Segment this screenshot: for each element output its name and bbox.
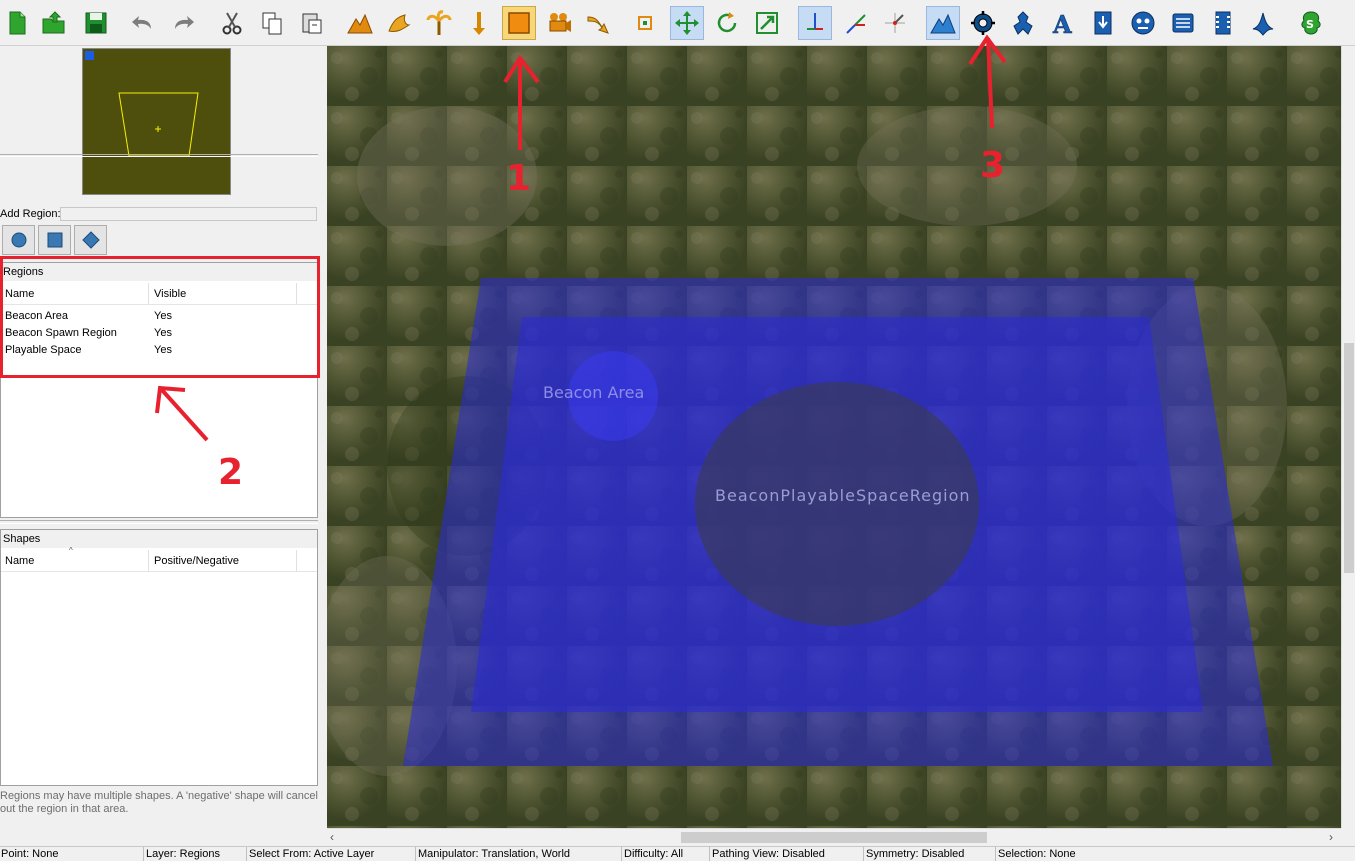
status-manipulator: Manipulator: Translation, World <box>417 847 622 861</box>
status-difficulty: Difficulty: All <box>623 847 710 861</box>
scale-tool-icon[interactable] <box>750 6 784 40</box>
local-axis-icon[interactable] <box>798 6 832 40</box>
annotation-number-3: 3 <box>980 145 1006 186</box>
add-circle-shape-button[interactable] <box>2 225 35 255</box>
text-editor-icon[interactable]: A <box>1046 6 1080 40</box>
scroll-corner <box>1341 828 1355 845</box>
status-symmetry: Symmetry: Disabled <box>865 847 996 861</box>
doodads-layer-icon[interactable] <box>382 6 416 40</box>
svg-text:S: S <box>1306 18 1314 31</box>
triggers-icon[interactable] <box>1166 6 1200 40</box>
add-square-shape-button[interactable] <box>38 225 71 255</box>
scrollbar-thumb[interactable] <box>1344 343 1354 573</box>
status-selection: Selection: None <box>998 848 1076 860</box>
save-file-icon[interactable] <box>79 6 113 40</box>
regions-hint-text: Regions may have multiple shapes. A 'neg… <box>0 790 318 815</box>
add-region-label: Add Region: <box>0 208 61 220</box>
ai-editor-icon[interactable] <box>1126 6 1160 40</box>
column-header-name[interactable]: Name <box>5 555 34 567</box>
terrain-view[interactable] <box>327 46 1341 828</box>
minimap-camera-frustum <box>118 92 199 157</box>
region-label-overlapping: BeaconPlayableSpaceRegion <box>715 486 971 505</box>
circle-shape-icon <box>11 232 26 248</box>
splitter[interactable] <box>0 520 318 524</box>
scroll-right-icon[interactable]: › <box>1329 830 1333 844</box>
regions-layer-icon[interactable] <box>502 6 536 40</box>
unit-editor-icon[interactable] <box>1006 6 1040 40</box>
square-shape-icon <box>47 232 62 248</box>
main-toolbar: A S <box>0 0 1355 46</box>
annotation-highlight-box <box>0 256 320 378</box>
column-separator[interactable] <box>148 550 149 572</box>
undo-icon[interactable] <box>126 6 160 40</box>
data-editor-icon[interactable] <box>966 6 1000 40</box>
points-layer-icon[interactable] <box>462 6 496 40</box>
shapes-panel-title: Shapes <box>1 530 317 548</box>
palm-tree-layer-icon[interactable] <box>422 6 456 40</box>
view-axis-icon[interactable] <box>878 6 912 40</box>
sound-editor-icon[interactable] <box>1246 6 1280 40</box>
annotation-number-2: 2 <box>218 452 244 493</box>
viewport-horizontal-scrollbar[interactable]: ‹ › <box>327 828 1341 845</box>
column-header-positive-negative[interactable]: Positive/Negative <box>154 555 239 567</box>
map-viewport[interactable]: Beacon Area BeaconPlayableSpaceRegion <box>327 46 1341 828</box>
minimap[interactable] <box>82 48 231 195</box>
terrain-layer-icon[interactable] <box>343 6 377 40</box>
cutscene-icon[interactable] <box>1206 6 1240 40</box>
status-bar: Point: None Layer: Regions Select From: … <box>0 846 1355 861</box>
panel-divider <box>0 154 318 157</box>
add-region-row: Add Region: <box>0 206 318 222</box>
shapes-list-header: Name Positive/Negative <box>1 550 317 572</box>
diamond-shape-icon <box>81 231 100 249</box>
add-region-field <box>60 207 317 221</box>
test-map-icon[interactable]: S <box>1294 6 1328 40</box>
open-file-icon[interactable] <box>37 6 71 40</box>
cameras-layer-icon[interactable] <box>542 6 576 40</box>
paste-icon[interactable] <box>295 6 329 40</box>
shapes-panel: Shapes ^ Name Positive/Negative <box>0 529 318 786</box>
rotate-tool-icon[interactable] <box>710 6 744 40</box>
viewport-vertical-scrollbar[interactable] <box>1341 46 1355 828</box>
status-layer: Layer: Regions <box>145 847 247 861</box>
region-label-beacon-area: Beacon Area <box>543 383 645 402</box>
status-select-from: Select From: Active Layer <box>248 847 416 861</box>
cut-icon[interactable] <box>215 6 249 40</box>
redo-icon[interactable] <box>166 6 200 40</box>
status-pathing-view: Pathing View: Disabled <box>711 847 864 861</box>
world-axis-icon[interactable] <box>838 6 872 40</box>
column-separator[interactable] <box>296 550 297 572</box>
status-point: Point: None <box>0 847 144 861</box>
annotation-number-1: 1 <box>506 158 532 199</box>
scrollbar-thumb[interactable] <box>681 832 987 843</box>
import-icon[interactable] <box>1086 6 1120 40</box>
pathing-layer-icon[interactable] <box>582 6 616 40</box>
move-tool-icon[interactable] <box>670 6 704 40</box>
scroll-left-icon[interactable]: ‹ <box>330 830 334 844</box>
terrain-rock-patch <box>857 106 1077 226</box>
copy-icon[interactable] <box>255 6 289 40</box>
svg-text:A: A <box>1052 10 1072 37</box>
terrain-view-icon[interactable] <box>926 6 960 40</box>
add-diamond-shape-button[interactable] <box>74 225 107 255</box>
new-file-icon[interactable] <box>0 6 34 40</box>
select-tool-icon[interactable] <box>628 6 662 40</box>
